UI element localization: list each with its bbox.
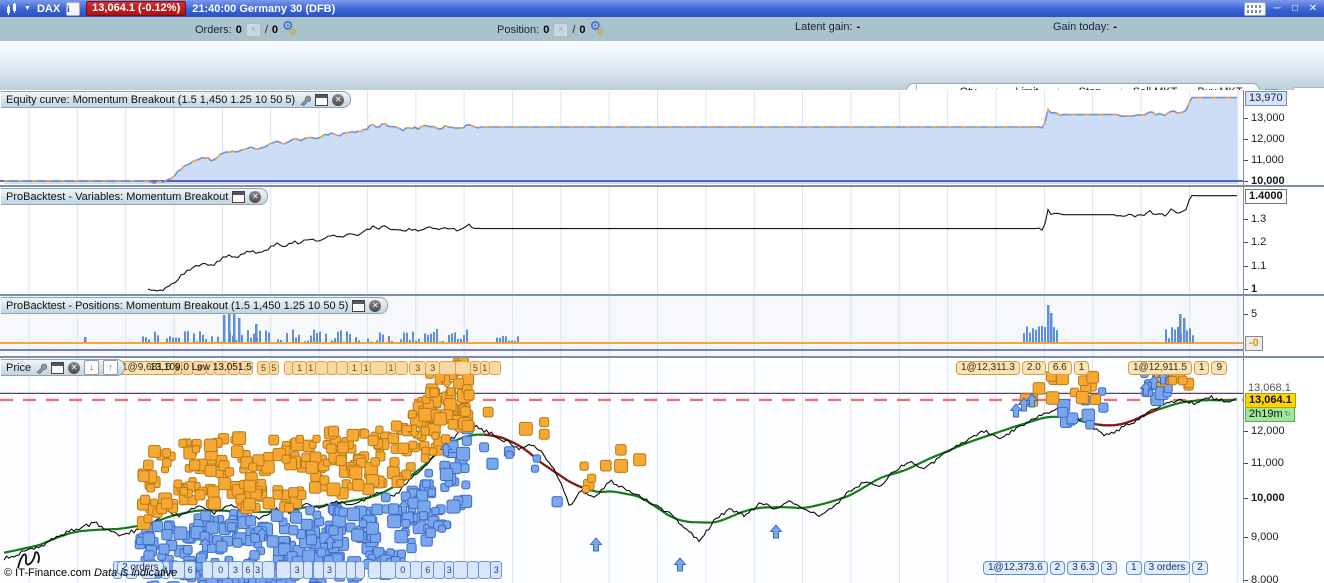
axis-label: 12,000 [1251,133,1285,145]
variables-current-value: 1.4000 [1245,188,1287,204]
orders-status: Orders: 0 ✕ / 0 ⚙ ⚙ [195,19,297,38]
detach-window-icon[interactable] [352,299,366,312]
orders-value2: 0 [271,23,278,36]
detach-window-icon[interactable] [51,361,65,374]
equity-panel-title: Equity curve: Momentum Breakout (1.5 1,4… [6,93,296,106]
drawing-scribble [17,551,40,569]
info-icon[interactable]: i [66,1,81,16]
axis-tick [1244,536,1248,538]
equity-panel-header[interactable]: Equity curve: Momentum Breakout (1.5 1,4… [1,91,352,108]
axis-tick [1244,431,1248,433]
axis-label: 1.3 [1251,212,1267,225]
positions-current-value: -0 [1245,336,1263,351]
axis-tick [1244,181,1248,182]
close-panel-icon[interactable]: ✕ [369,299,382,312]
axis-tick [1244,265,1248,267]
price-change-badge: 13,064.1 (-0.12%) [86,1,187,16]
indicative-text: Data is indicative [94,567,178,579]
close-panel-icon[interactable]: ✕ [68,361,81,374]
axis-label: 11,000 [1251,154,1284,166]
close-panel-icon[interactable]: ✕ [332,93,345,106]
price-axis-column[interactable]: 13,000 12,000 11,000 10,000 13,970 1.3 1.2 1.1 1… [1244,90,1324,583]
charts-canvas[interactable] [0,90,1324,583]
axis-label: 1.2 [1251,236,1267,248]
axis-tick [1244,218,1248,220]
chart-window-icon[interactable]: ▼ [6,2,31,15]
close-panel-icon[interactable]: ✕ [249,190,262,203]
axis-label: 9,000 [1251,530,1279,543]
axis-label: 8,000 [1251,573,1279,583]
detach-window-icon[interactable] [315,93,329,106]
gain-today-value: - [1113,21,1117,33]
chevron-down-icon: ▼ [24,5,31,12]
wrench-icon[interactable] [35,362,48,374]
price-current-value: 13,064.1 [1245,392,1296,408]
axis-label: 5 [1251,308,1258,320]
sell-order-icon[interactable]: ↓ [84,360,100,375]
buy-order-icon[interactable]: ↑ [103,360,119,375]
bar-countdown: 2h19m ↻ [1245,406,1295,422]
axis-tick [1244,118,1248,119]
latent-gain-value: - [856,21,861,33]
ohlc-overlay-text: 13,109.0 Low 13,051.5 [150,362,252,373]
axis-label: 10,000 [1251,492,1285,504]
keyboard-icon[interactable] [1244,1,1266,16]
instrument-name: DAX [36,2,61,15]
price-panel-title: Price [6,361,32,374]
detach-window-icon[interactable] [232,190,246,203]
gain-today-label: Gain today: [1053,21,1110,33]
axis-tick [1244,463,1248,465]
minimize-button[interactable]: ─ [1270,3,1284,14]
axis-label: 11,000 [1251,457,1284,470]
latent-gain-label: Latent gain: [795,21,853,33]
toolbar: ▲ ▼ (x) units ▼ 4 hours ▼ ▼ ◂ [0,41,1324,131]
variables-panel-header[interactable]: ProBacktest - Variables: Momentum Breako… [1,188,269,205]
candlestick-icon [7,2,16,15]
position-settings-icon[interactable]: ⚙ ⚙ [590,19,605,38]
orders-slash: / [264,23,268,36]
equity-current-value: 13,970 [1245,90,1287,106]
position-value2: 0 [579,23,586,36]
orders-label: Orders: [195,23,232,36]
positions-panel-header[interactable]: ProBacktest - Positions: Momentum Breako… [1,297,389,314]
axis-tick [1244,139,1248,140]
orders-value: 0 [235,23,242,36]
axis-tick [1244,242,1248,243]
maximize-button[interactable]: □ [1288,3,1302,14]
axis-tick [1244,160,1248,161]
position-status: Position: 0 ✕ / 0 ⚙ ⚙ [497,19,605,38]
gain-today: Gain today: - [1053,21,1117,33]
orders-cancel-icon[interactable]: ✕ [245,22,261,37]
axis-tick [1244,498,1248,499]
position-value: 0 [543,23,550,36]
orders-settings-icon[interactable]: ⚙ ⚙ [282,19,297,38]
positions-panel-title: ProBacktest - Positions: Momentum Breako… [6,299,349,312]
wrench-icon[interactable] [299,94,312,106]
title-bar: ▼ DAX i 13,064.1 (-0.12%) 21:40:00 Germa… [0,0,1324,17]
chart-area: Equity curve: Momentum Breakout (1.5 1,4… [0,90,1324,583]
position-slash: / [572,23,576,36]
status-row: Orders: 0 ✕ / 0 ⚙ ⚙ Position: 0 ✕ / 0 ⚙ ⚙ … [0,17,1324,42]
axis-tick [1244,579,1248,581]
axis-tick [1244,289,1248,290]
variables-panel-title: ProBacktest - Variables: Momentum Breako… [6,190,229,203]
refresh-icon: ↻ [1284,410,1291,418]
position-close-icon[interactable]: ✕ [553,22,569,37]
close-button[interactable]: ✕ [1306,3,1320,14]
axis-label: 12,000 [1251,425,1285,438]
latent-gain: Latent gain: - [795,21,860,33]
axis-label: 1.1 [1251,259,1267,272]
position-label: Position: [497,23,540,36]
trading-platform-window: ▼ DAX i 13,064.1 (-0.12%) 21:40:00 Germa… [0,0,1324,583]
timestamp-instrument: 21:40:00 Germany 30 (DFB) [192,2,336,15]
axis-label: 13,000 [1251,112,1285,124]
axis-tick [1244,314,1248,315]
price-panel-header[interactable]: Price ✕ ↓ ↑ [1,359,126,376]
